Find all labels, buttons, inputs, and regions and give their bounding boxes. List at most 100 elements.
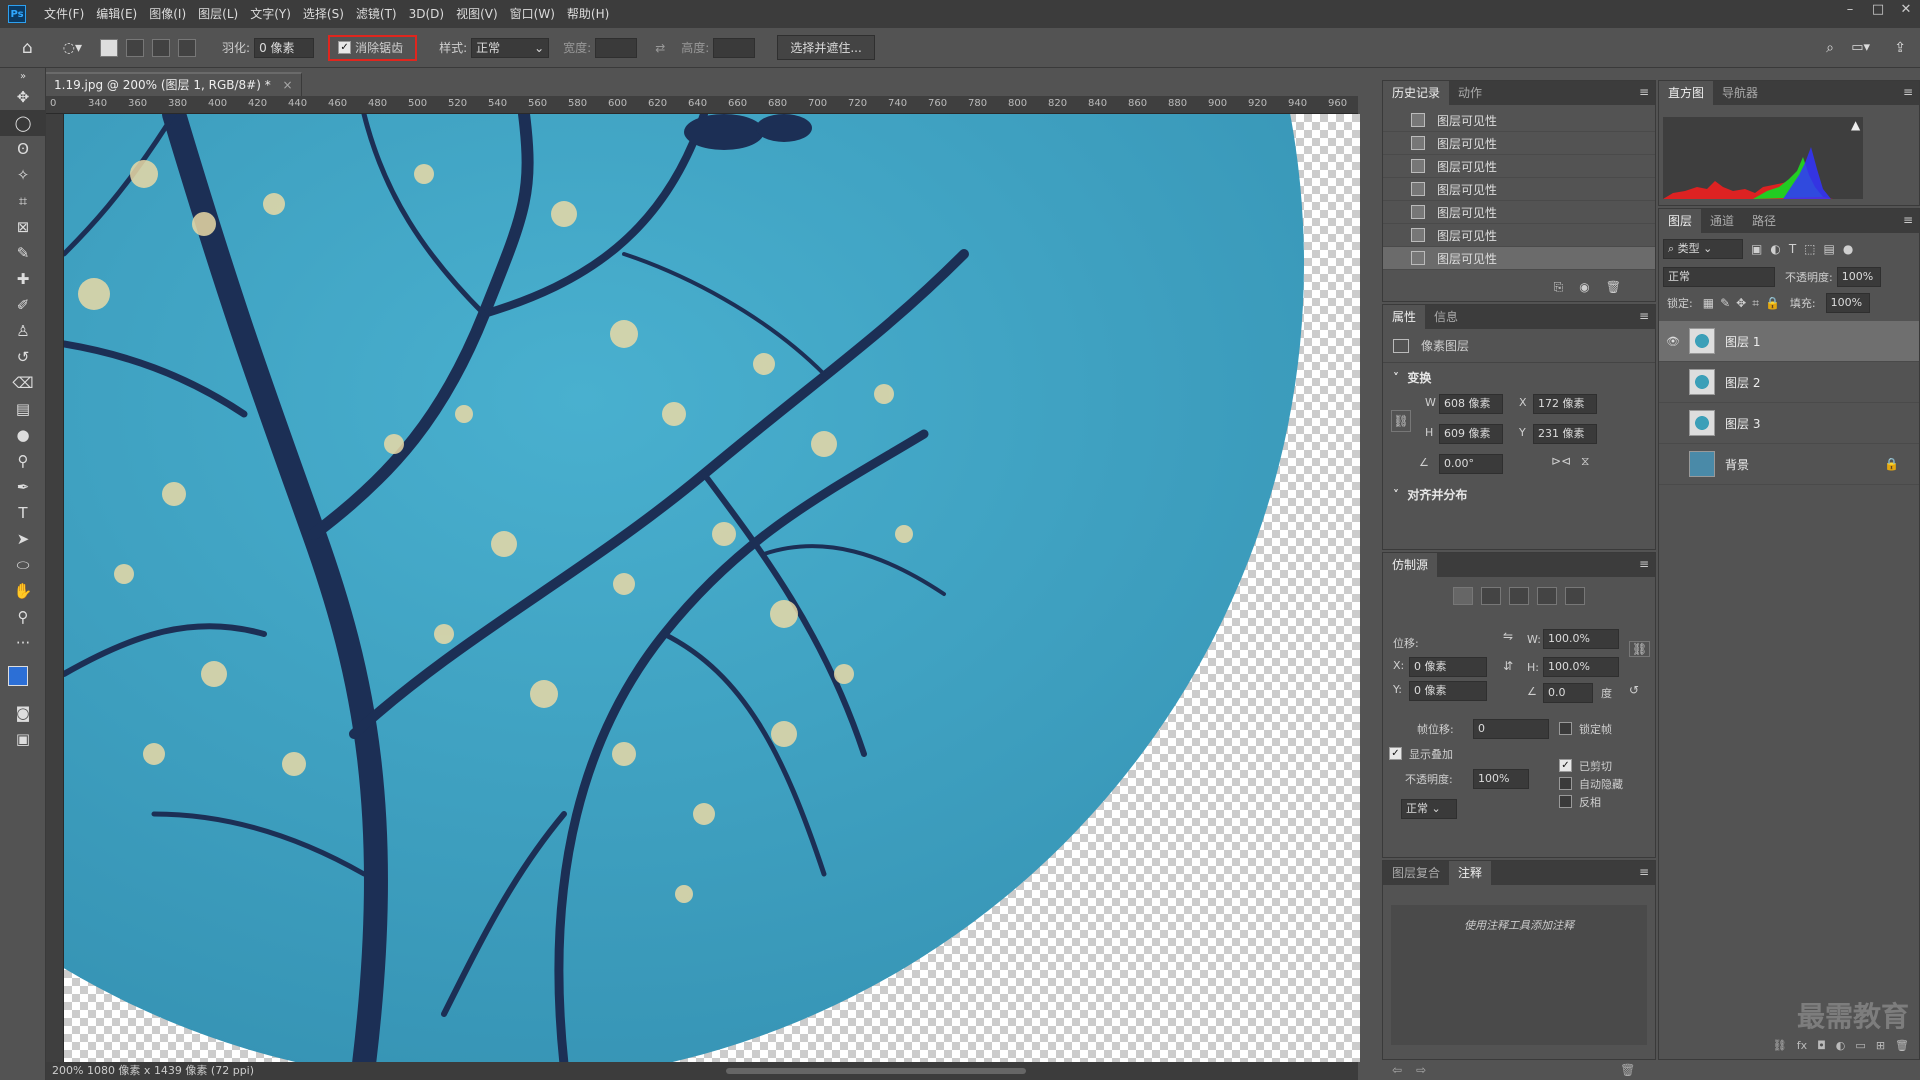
filter-smart-object-icon[interactable]: ▤ bbox=[1824, 242, 1835, 256]
lock-position-icon[interactable]: ✥ bbox=[1736, 296, 1746, 310]
history-brush-tool-icon[interactable]: ↺ bbox=[0, 344, 46, 370]
clone-stamp-tool-icon[interactable]: ♙ bbox=[0, 318, 46, 344]
share-icon[interactable]: ⇪ bbox=[1894, 40, 1906, 56]
trash-icon[interactable]: 🗑 bbox=[1606, 280, 1621, 295]
frame-tool-icon[interactable]: ⊠ bbox=[0, 214, 46, 240]
menu-layer[interactable]: 图层(L) bbox=[192, 0, 244, 28]
width-input[interactable] bbox=[595, 37, 638, 58]
color-swatches[interactable] bbox=[0, 656, 46, 700]
panel-menu-icon[interactable]: ≡ bbox=[1639, 557, 1649, 571]
layer-name[interactable]: 图层 3 bbox=[1725, 415, 1760, 432]
lock-brush-icon[interactable]: ✎ bbox=[1720, 296, 1730, 310]
clone-source-3-icon[interactable] bbox=[1509, 587, 1529, 605]
path-selection-tool-icon[interactable]: ➤ bbox=[0, 526, 46, 552]
clone-source-5-icon[interactable] bbox=[1565, 587, 1585, 605]
lasso-tool-icon[interactable]: ʘ bbox=[0, 136, 46, 162]
more-tools-icon[interactable]: ··· bbox=[0, 630, 46, 656]
trash-icon[interactable]: 🗑 bbox=[1895, 1039, 1909, 1059]
lock-frame-checkbox[interactable] bbox=[1559, 722, 1572, 735]
menu-edit[interactable]: 编辑(E) bbox=[90, 0, 143, 28]
add-mask-icon[interactable]: ◘ bbox=[1817, 1039, 1826, 1059]
tab-actions[interactable]: 动作 bbox=[1449, 81, 1491, 105]
magic-wand-tool-icon[interactable]: ✧ bbox=[0, 162, 46, 188]
lasso-preset-icon[interactable]: ◌▾ bbox=[63, 40, 82, 56]
quick-mask-icon[interactable]: ◙ bbox=[0, 700, 46, 726]
lock-artboard-icon[interactable]: ⌗ bbox=[1752, 296, 1759, 311]
panel-menu-icon[interactable]: ≡ bbox=[1903, 85, 1913, 99]
type-tool-icon[interactable]: T bbox=[0, 500, 46, 526]
feather-input[interactable]: 0 像素 bbox=[254, 37, 315, 58]
maximize-icon[interactable]: □ bbox=[1864, 0, 1892, 22]
menu-3d[interactable]: 3D(D) bbox=[403, 0, 450, 28]
history-item[interactable]: 图层可见性 bbox=[1383, 178, 1655, 201]
move-tool-icon[interactable]: ✥ bbox=[0, 84, 46, 110]
filter-pixel-icon[interactable]: ▣ bbox=[1751, 242, 1762, 256]
x-field[interactable]: 172 像素 bbox=[1533, 394, 1597, 414]
dodge-tool-icon[interactable]: ⚲ bbox=[0, 448, 46, 474]
layer-filter-select[interactable]: ⌕ 类型 ⌄ bbox=[1663, 239, 1743, 259]
flip-horizontal-icon[interactable]: ⊳⊲ bbox=[1551, 454, 1571, 468]
frame-offset-field[interactable]: 0 bbox=[1473, 719, 1549, 739]
gradient-tool-icon[interactable]: ▤ bbox=[0, 396, 46, 422]
menu-image[interactable]: 图像(I) bbox=[143, 0, 192, 28]
layer-name[interactable]: 背景 bbox=[1725, 456, 1749, 473]
tab-history[interactable]: 历史记录 bbox=[1383, 81, 1450, 105]
clone-source-2-icon[interactable] bbox=[1481, 587, 1501, 605]
height-field[interactable]: 609 像素 bbox=[1439, 424, 1503, 444]
new-document-from-state-icon[interactable]: ⎘ bbox=[1554, 280, 1564, 295]
fill-field[interactable]: 100% bbox=[1825, 293, 1870, 313]
ellipse-tool-icon[interactable]: ⬭ bbox=[0, 552, 46, 578]
zoom-tool-icon[interactable]: ⚲ bbox=[0, 604, 46, 630]
lock-icon[interactable]: 🔒 bbox=[1884, 457, 1899, 471]
tab-layers[interactable]: 图层 bbox=[1659, 209, 1702, 233]
screen-mode-icon[interactable]: ▣ bbox=[0, 726, 46, 752]
flip-vertical-icon[interactable]: ⧖ bbox=[1581, 454, 1589, 469]
link-icon[interactable]: ⛓ bbox=[1629, 641, 1651, 657]
canvas[interactable] bbox=[64, 114, 1360, 1062]
foreground-color-icon[interactable] bbox=[8, 666, 28, 686]
previous-note-icon[interactable]: ⇦ bbox=[1392, 1063, 1402, 1077]
layer-name[interactable]: 图层 2 bbox=[1725, 374, 1760, 391]
layer-name[interactable]: 图层 1 bbox=[1725, 333, 1760, 350]
clone-source-4-icon[interactable] bbox=[1537, 587, 1557, 605]
align-section[interactable]: ˅ 对齐并分布 bbox=[1383, 476, 1655, 513]
history-item[interactable]: 图层可见性 bbox=[1383, 224, 1655, 247]
new-layer-icon[interactable]: ⊞ bbox=[1876, 1039, 1885, 1059]
menu-window[interactable]: 窗口(W) bbox=[504, 0, 561, 28]
tab-histogram[interactable]: 直方图 bbox=[1659, 81, 1714, 105]
document-tab[interactable]: 1.19.jpg @ 200% (图层 1, RGB/8#) * × bbox=[46, 72, 302, 96]
tab-clone-source[interactable]: 仿制源 bbox=[1383, 553, 1438, 577]
panel-menu-icon[interactable]: ≡ bbox=[1639, 309, 1649, 323]
collapse-icon[interactable]: » bbox=[0, 68, 46, 84]
select-and-mask-button[interactable]: 选择并遮住... bbox=[777, 35, 875, 60]
link-layers-icon[interactable]: ⛓ bbox=[1773, 1039, 1787, 1059]
menu-select[interactable]: 选择(S) bbox=[297, 0, 350, 28]
clone-h-field[interactable]: 100.0% bbox=[1543, 657, 1619, 677]
clone-y-field[interactable]: 0 像素 bbox=[1409, 681, 1487, 701]
width-field[interactable]: 608 像素 bbox=[1439, 394, 1503, 414]
brush-tool-icon[interactable]: ✐ bbox=[0, 292, 46, 318]
horizontal-scrollbar[interactable] bbox=[726, 1068, 1026, 1074]
home-icon[interactable]: ⌂ bbox=[22, 38, 33, 58]
crop-tool-icon[interactable]: ⌗ bbox=[0, 188, 46, 214]
camera-icon[interactable]: ◉ bbox=[1579, 280, 1589, 295]
tab-info[interactable]: 信息 bbox=[1425, 305, 1467, 329]
reset-transform-icon[interactable]: ↺ bbox=[1629, 683, 1639, 697]
eyedropper-tool-icon[interactable]: ✎ bbox=[0, 240, 46, 266]
close-icon[interactable]: ✕ bbox=[1892, 0, 1920, 22]
history-item[interactable]: 图层可见性 bbox=[1383, 247, 1655, 270]
pen-tool-icon[interactable]: ✒ bbox=[0, 474, 46, 500]
menu-type[interactable]: 文字(Y) bbox=[244, 0, 297, 28]
style-select[interactable]: 正常 ⌄ bbox=[471, 37, 550, 58]
filter-toggle-icon[interactable]: ● bbox=[1843, 242, 1853, 256]
flip-icon[interactable]: ⇋ bbox=[1503, 629, 1513, 643]
angle-field[interactable]: 0.00° bbox=[1439, 454, 1503, 474]
menu-help[interactable]: 帮助(H) bbox=[561, 0, 615, 28]
tab-properties[interactable]: 属性 bbox=[1383, 305, 1426, 329]
history-item[interactable]: 图层可见性 bbox=[1383, 201, 1655, 224]
hand-tool-icon[interactable]: ✋ bbox=[0, 578, 46, 604]
tab-paths[interactable]: 路径 bbox=[1743, 209, 1785, 233]
layer-row[interactable]: 背景 🔒 bbox=[1659, 444, 1919, 485]
filter-adjustment-icon[interactable]: ◐ bbox=[1770, 242, 1780, 256]
panel-menu-icon[interactable]: ≡ bbox=[1903, 213, 1913, 227]
